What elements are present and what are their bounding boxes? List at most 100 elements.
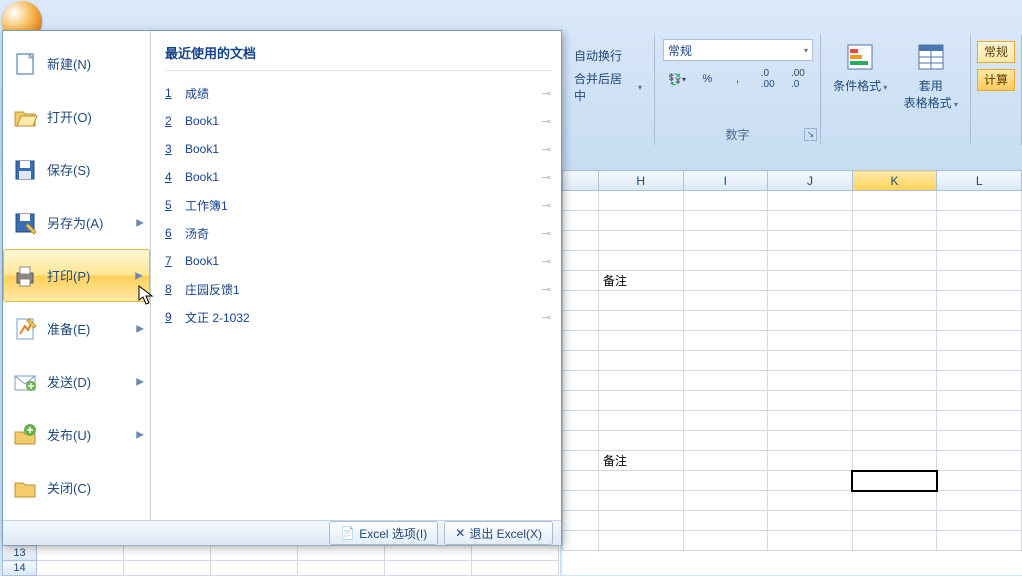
cell[interactable] <box>683 431 768 451</box>
pin-icon[interactable]: ⊸ <box>542 255 551 268</box>
recent-document[interactable]: 3Book1⊸ <box>165 135 551 163</box>
pin-icon[interactable]: ⊸ <box>542 311 551 324</box>
menu-saveas[interactable]: 另存为(A)▶ <box>3 196 150 249</box>
cell[interactable] <box>298 561 385 576</box>
cell[interactable] <box>683 451 768 471</box>
cell[interactable] <box>768 231 853 251</box>
exit-excel-button[interactable]: ✕退出 Excel(X) <box>444 521 553 545</box>
recent-document[interactable]: 5工作簿1⊸ <box>165 191 551 219</box>
cell[interactable] <box>937 491 1022 511</box>
row-headers-area[interactable]: 1314 <box>2 545 560 576</box>
cell[interactable] <box>937 331 1022 351</box>
menu-send[interactable]: 发送(D)▶ <box>3 355 150 408</box>
menu-print[interactable]: 打印(P)▶ <box>3 249 150 302</box>
cell[interactable] <box>683 291 768 311</box>
column-header[interactable]: J <box>768 171 853 191</box>
cell[interactable] <box>852 271 937 291</box>
cell[interactable] <box>563 351 599 371</box>
cell[interactable] <box>598 331 683 351</box>
cell[interactable] <box>598 531 683 551</box>
cell[interactable] <box>852 191 937 211</box>
cell[interactable] <box>852 291 937 311</box>
cell[interactable] <box>683 251 768 271</box>
cell[interactable] <box>937 451 1022 471</box>
cell[interactable] <box>768 211 853 231</box>
recent-document[interactable]: 8庄园反馈1⊸ <box>165 275 551 303</box>
pin-icon[interactable]: ⊸ <box>542 199 551 212</box>
cell[interactable] <box>563 491 599 511</box>
cell[interactable] <box>852 311 937 331</box>
currency-button[interactable]: 💱▾ <box>663 67 691 91</box>
cell[interactable] <box>768 531 853 551</box>
pin-icon[interactable]: ⊸ <box>542 143 551 156</box>
cell[interactable] <box>768 451 853 471</box>
cell[interactable] <box>852 511 937 531</box>
menu-open[interactable]: 打开(O) <box>3 90 150 143</box>
conditional-formatting-button[interactable]: 条件格式 ▾ <box>829 41 892 141</box>
comma-button[interactable]: , <box>723 67 751 91</box>
cell[interactable] <box>598 371 683 391</box>
cell[interactable] <box>768 351 853 371</box>
cell[interactable] <box>598 311 683 331</box>
cell[interactable] <box>937 471 1022 491</box>
cell[interactable] <box>598 251 683 271</box>
recent-document[interactable]: 2Book1⊸ <box>165 107 551 135</box>
cell[interactable] <box>211 561 298 576</box>
cell[interactable] <box>563 331 599 351</box>
cell[interactable] <box>768 431 853 451</box>
cell[interactable] <box>683 411 768 431</box>
pin-icon[interactable]: ⊸ <box>542 227 551 240</box>
cell[interactable] <box>563 431 599 451</box>
cell[interactable] <box>563 451 599 471</box>
cell[interactable] <box>937 371 1022 391</box>
style-calc[interactable]: 计算 <box>977 69 1015 91</box>
cell[interactable] <box>852 531 937 551</box>
cell[interactable] <box>683 491 768 511</box>
cell[interactable] <box>563 191 599 211</box>
wrap-text-button[interactable]: 自动换行 <box>570 39 646 71</box>
cell[interactable] <box>937 311 1022 331</box>
cell[interactable] <box>683 211 768 231</box>
cell[interactable] <box>472 546 559 561</box>
cell[interactable] <box>683 511 768 531</box>
cell[interactable] <box>598 291 683 311</box>
number-dialog-launcher[interactable]: ↘ <box>804 128 817 141</box>
decrease-decimal-button[interactable]: .00.0 <box>784 67 812 91</box>
cell[interactable] <box>598 431 683 451</box>
cell[interactable] <box>683 531 768 551</box>
cell[interactable] <box>563 211 599 231</box>
cell[interactable] <box>768 391 853 411</box>
cell[interactable]: 备注 <box>598 271 683 291</box>
increase-decimal-button[interactable]: .0.00 <box>754 67 782 91</box>
cell[interactable] <box>852 391 937 411</box>
cell[interactable] <box>937 191 1022 211</box>
excel-options-button[interactable]: 📄Excel 选项(I) <box>329 521 438 545</box>
recent-document[interactable]: 9文正 2-1032⊸ <box>165 303 551 331</box>
cell[interactable] <box>683 191 768 211</box>
cell[interactable] <box>852 351 937 371</box>
cell[interactable] <box>852 471 937 491</box>
cell[interactable] <box>598 511 683 531</box>
cell[interactable] <box>852 211 937 231</box>
pin-icon[interactable]: ⊸ <box>542 87 551 100</box>
cell[interactable] <box>598 211 683 231</box>
cell[interactable] <box>385 546 472 561</box>
pin-icon[interactable]: ⊸ <box>542 283 551 296</box>
recent-document[interactable]: 7Book1⊸ <box>165 247 551 275</box>
cell[interactable] <box>852 331 937 351</box>
cell[interactable] <box>211 546 298 561</box>
cell[interactable] <box>563 291 599 311</box>
cell[interactable] <box>37 561 124 576</box>
cell[interactable] <box>563 371 599 391</box>
cell[interactable] <box>563 391 599 411</box>
cell[interactable] <box>598 391 683 411</box>
cell[interactable] <box>852 371 937 391</box>
cell[interactable] <box>937 211 1022 231</box>
cell[interactable] <box>563 271 599 291</box>
cell[interactable] <box>683 331 768 351</box>
column-header[interactable]: H <box>598 171 683 191</box>
cell[interactable] <box>852 431 937 451</box>
cell[interactable] <box>852 491 937 511</box>
cell[interactable] <box>937 251 1022 271</box>
cell[interactable] <box>768 291 853 311</box>
